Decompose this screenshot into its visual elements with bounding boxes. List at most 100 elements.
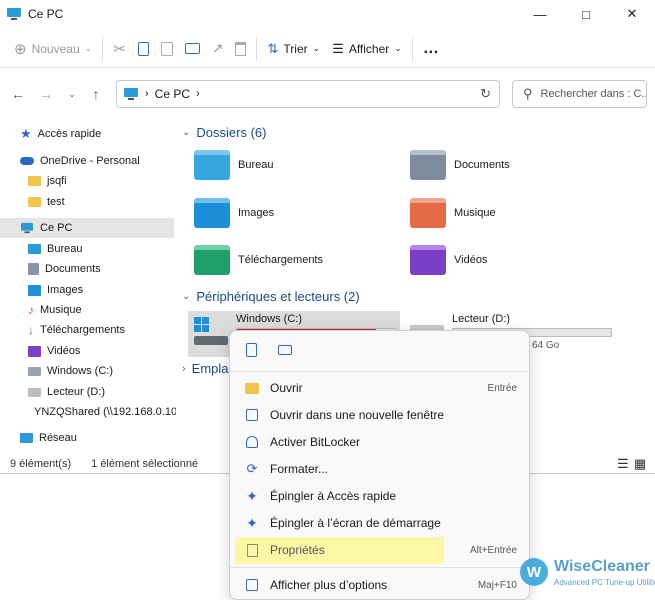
menu-item-bitlocker[interactable]: Activer BitLocker (236, 429, 525, 455)
menu-item-label: Formater... (270, 462, 329, 476)
sort-icon: ⇅ (267, 40, 279, 56)
search-input[interactable]: ⚲ Rechercher dans : C... (512, 80, 647, 108)
title-bar: Ce PC — □ ✕ (0, 0, 655, 28)
section-title: Empla (191, 361, 229, 376)
forward-button[interactable]: → (36, 84, 56, 104)
music-icon: ♪ (28, 303, 34, 317)
share-button[interactable]: ↗ (206, 34, 230, 64)
menu-item-open-new-window[interactable]: Ouvrir dans une nouvelle fenêtre (236, 402, 525, 428)
menu-item-pin-quick-access[interactable]: ✦ Épingler à Accès rapide (236, 483, 525, 509)
more-options-icon (240, 579, 264, 591)
sidebar-item-onedrive[interactable]: OneDrive - Personal (20, 151, 140, 171)
chevron-down-icon: ⌄ (312, 43, 321, 53)
navigation-pane: ★ Accès rapide OneDrive - Personal jsqfi… (0, 118, 176, 448)
sidebar-item-videos[interactable]: Vidéos (28, 341, 80, 361)
menu-item-shortcut: Entrée (487, 382, 517, 394)
folder-tile[interactable]: Bureau (194, 150, 273, 180)
maximize-button[interactable]: □ (563, 0, 609, 28)
sidebar-item-this-pc[interactable]: Ce PC (0, 218, 174, 238)
sidebar-item-downloads[interactable]: ↓ Téléchargements (28, 320, 125, 340)
menu-item-shortcut: Maj+F10 (477, 579, 517, 591)
chevron-right-icon: › (182, 362, 186, 375)
divider (256, 36, 258, 61)
more-options-button[interactable]: … (417, 34, 445, 64)
drives-section-header[interactable]: ⌄ Périphériques et lecteurs (2) (182, 289, 360, 304)
sidebar-item-network-share[interactable]: YNZQShared (\\192.168.0.103 (28, 402, 176, 422)
address-field[interactable]: › Ce PC › ↻ (116, 80, 500, 108)
sidebar-item-label: Lecteur (D:) (47, 386, 106, 398)
sidebar-item-network[interactable]: Réseau (20, 428, 77, 448)
view-button[interactable]: ☰ Afficher ⌄ (326, 34, 408, 64)
sidebar-item-music[interactable]: ♪ Musique (28, 300, 82, 320)
sidebar-item-test[interactable]: test (28, 192, 65, 212)
format-icon: ⟳ (246, 461, 258, 476)
menu-item-properties[interactable]: Propriétés Alt+Entrée (236, 537, 525, 563)
minimize-button[interactable]: — (517, 0, 563, 28)
video-icon (28, 345, 41, 357)
sidebar-item-quick-access[interactable]: ★ Accès rapide (20, 124, 101, 144)
context-menu: Ouvrir Entrée Ouvrir dans une nouvelle f… (229, 330, 530, 600)
folder-tile[interactable]: Images (194, 198, 274, 228)
sidebar-item-label: Ce PC (40, 222, 73, 234)
up-button[interactable]: ↑ (86, 84, 106, 104)
sidebar-item-label: OneDrive - Personal (40, 155, 140, 167)
windows-drive-icon (194, 317, 228, 347)
back-button[interactable]: ← (8, 84, 28, 104)
refresh-icon[interactable]: ↻ (480, 86, 491, 102)
rename-icon[interactable] (278, 345, 292, 355)
copy-icon[interactable] (246, 343, 257, 357)
menu-item-pin-start[interactable]: ✦ Épingler à l’écran de démarrage (236, 510, 525, 536)
downloads-folder-icon (194, 245, 230, 275)
cut-button[interactable]: ✂ (107, 34, 132, 64)
drive-label: Windows (C:) (236, 313, 303, 325)
sidebar-item-label: Windows (C:) (47, 365, 114, 377)
copy-button[interactable] (132, 34, 155, 64)
picture-icon (28, 284, 41, 296)
folder-tile[interactable]: Documents (410, 150, 510, 180)
section-title: Dossiers (6) (196, 125, 267, 140)
menu-item-open[interactable]: Ouvrir Entrée (236, 375, 525, 401)
folder-tile[interactable]: Vidéos (410, 245, 487, 275)
folder-label: Bureau (238, 159, 274, 171)
delete-button[interactable] (229, 34, 252, 64)
plus-icon: ⊕ (14, 40, 27, 58)
sidebar-item-jsqfi[interactable]: jsqfi (28, 171, 67, 191)
folder-label: Images (238, 207, 275, 219)
sidebar-item-label: Réseau (39, 432, 77, 444)
wisecleaner-logo: W (520, 558, 548, 586)
breadcrumb[interactable]: Ce PC (155, 87, 190, 101)
sidebar-item-drive-c[interactable]: Windows (C:) (28, 361, 113, 381)
search-icon: ⚲ (523, 86, 533, 101)
paste-button[interactable] (155, 34, 179, 64)
menu-item-label: Épingler à Accès rapide (270, 489, 397, 503)
folder-icon (28, 176, 41, 186)
details-view-icon[interactable]: ☰ (617, 456, 629, 472)
menu-item-format[interactable]: ⟳ Formater... (236, 456, 525, 482)
sidebar-item-label: Bureau (47, 243, 83, 255)
watermark-tagline: Advanced PC Tune-up Utilities (554, 578, 655, 587)
sidebar-item-desktop[interactable]: Bureau (28, 239, 82, 259)
network-section-header[interactable]: › Empla (182, 361, 229, 376)
sidebar-item-documents[interactable]: Documents (28, 259, 101, 279)
divider (102, 36, 104, 61)
sidebar-item-label: Documents (45, 263, 101, 275)
sort-button[interactable]: ⇅ Trier ⌄ (261, 34, 326, 64)
sidebar-item-drive-d[interactable]: Lecteur (D:) (28, 382, 105, 402)
sidebar-item-label: test (47, 196, 65, 208)
recent-locations-button[interactable]: ⌄ (62, 84, 82, 104)
scissors-icon: ✂ (113, 40, 126, 58)
folder-tile[interactable]: Téléchargements (194, 245, 323, 275)
menu-item-label: Ouvrir (270, 381, 303, 395)
close-button[interactable]: ✕ (609, 0, 655, 28)
menu-item-more-options[interactable]: Afficher plus d’options Maj+F10 (236, 572, 525, 598)
menu-item-label: Afficher plus d’options (270, 578, 388, 592)
rename-button[interactable] (179, 34, 206, 64)
folders-section-header[interactable]: ⌄ Dossiers (6) (182, 125, 266, 140)
new-button[interactable]: ⊕ Nouveau ⌄ (8, 34, 98, 64)
pin-icon: ✦ (246, 487, 258, 504)
folder-tile[interactable]: Musique (410, 198, 496, 228)
document-icon (28, 263, 39, 275)
tiles-view-icon[interactable]: ▦ (634, 456, 646, 472)
drive-label: Lecteur (D:) (452, 313, 511, 325)
sidebar-item-pictures[interactable]: Images (28, 280, 83, 300)
